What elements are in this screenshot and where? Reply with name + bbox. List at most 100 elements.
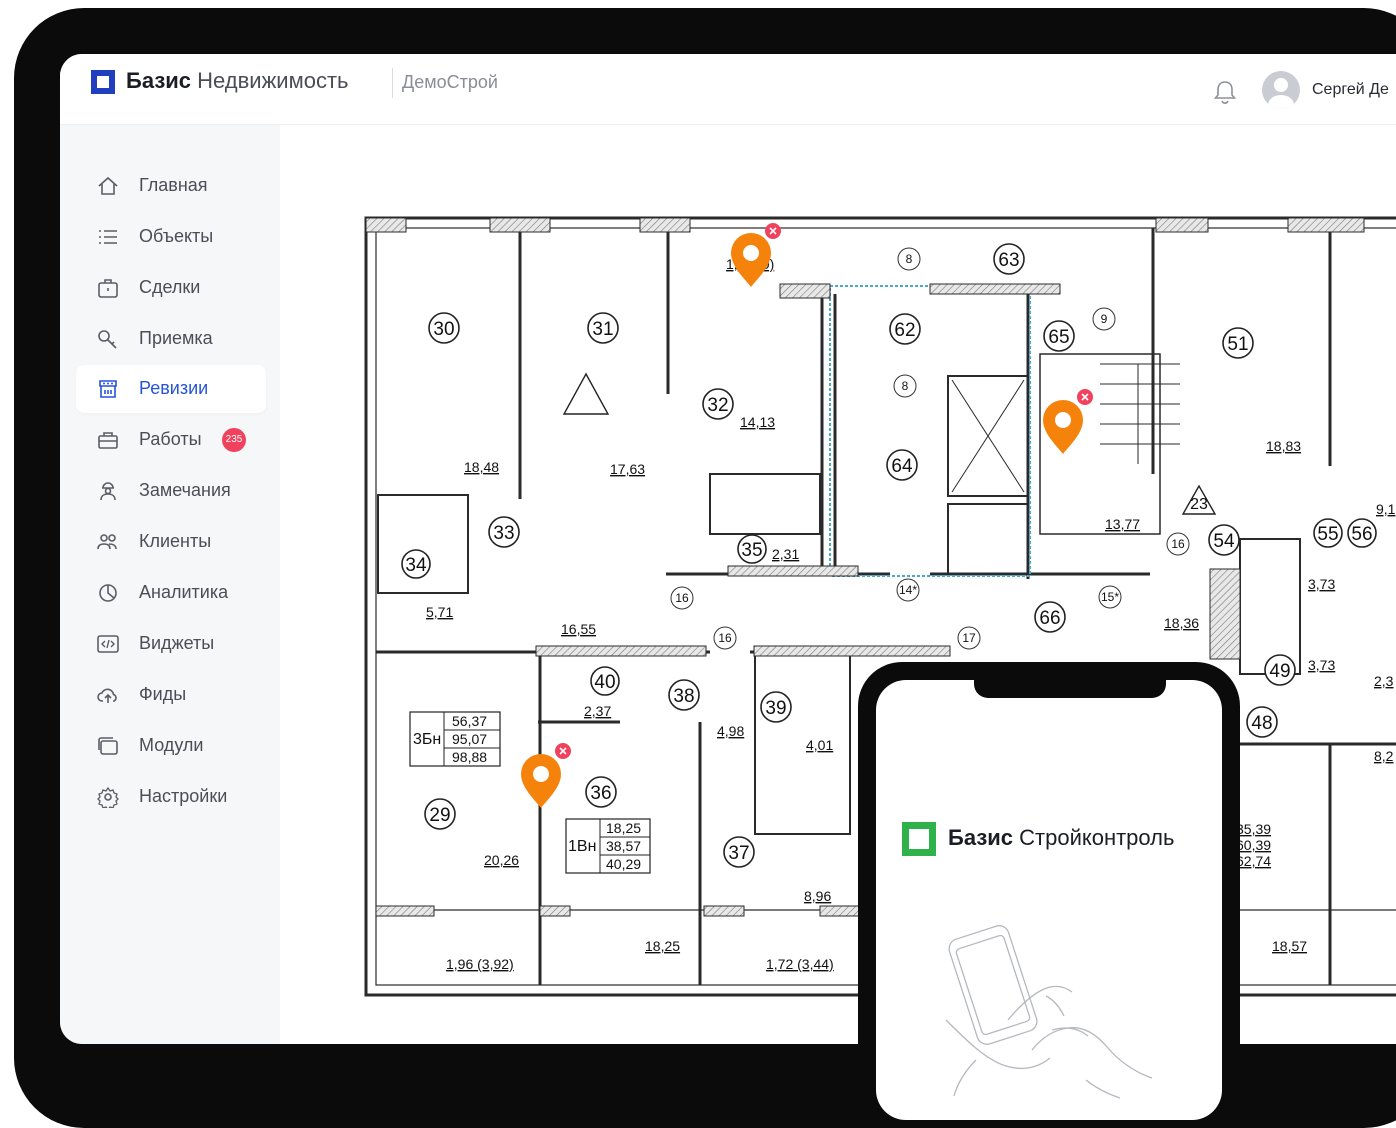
area-label: 14,13	[740, 414, 775, 430]
area-label: 2,3	[1374, 673, 1394, 689]
small-marker: 16	[670, 586, 694, 610]
svg-text:63: 63	[998, 250, 1019, 271]
room-triangle-symbol	[562, 372, 610, 415]
sidebar-item-feeds[interactable]: Фиды	[76, 671, 266, 719]
area-label: 35,39	[1236, 821, 1271, 837]
area-label: 18,57	[1272, 938, 1307, 954]
svg-text:9: 9	[1101, 312, 1108, 326]
sidebar-item-analytics[interactable]: Аналитика	[76, 569, 266, 617]
area-label: 60,39	[1236, 837, 1271, 853]
svg-text:95,07: 95,07	[452, 731, 487, 747]
company-name[interactable]: ДемоСтрой	[402, 72, 498, 93]
list-icon	[99, 230, 117, 244]
avatar[interactable]	[1262, 71, 1300, 109]
sidebar-item-acceptance[interactable]: Приемка	[76, 315, 266, 363]
svg-text:54: 54	[1213, 531, 1235, 552]
area-label: 18,25	[645, 938, 680, 954]
svg-text:65: 65	[1048, 327, 1069, 348]
room-marker: 35	[737, 534, 767, 564]
sidebar-item-works[interactable]: Работы 235	[76, 416, 266, 464]
location-pin-icon[interactable]	[731, 223, 781, 287]
room-marker: 54	[1208, 524, 1240, 556]
location-pin-icon[interactable]	[521, 743, 571, 808]
svg-text:30: 30	[433, 319, 454, 340]
sidebar-item-deals[interactable]: Сделки	[76, 264, 266, 312]
upload-cloud-icon	[97, 688, 117, 703]
sidebar-item-label: Замечания	[139, 480, 231, 500]
area-label: 4,01	[806, 737, 833, 753]
location-pin-icon[interactable]	[1043, 389, 1093, 454]
sidebar-item-objects[interactable]: Объекты	[76, 213, 266, 261]
area-label: 5,71	[426, 604, 453, 620]
brand-name[interactable]: Базис Недвижимость	[126, 68, 349, 94]
sidebar-item-label: Виджеты	[139, 633, 215, 653]
svg-text:3Бн: 3Бн	[413, 731, 441, 748]
key-icon	[98, 330, 117, 349]
sidebar-item-widgets[interactable]: Виджеты	[76, 620, 266, 668]
sidebar-item-settings[interactable]: Настройки	[76, 773, 266, 821]
home-icon	[98, 176, 118, 195]
small-marker: 8	[897, 247, 921, 271]
svg-text:16: 16	[675, 591, 689, 605]
room-marker: 49	[1264, 654, 1296, 686]
small-marker: 16	[713, 626, 737, 650]
svg-text:8: 8	[902, 379, 909, 393]
svg-text:15*: 15*	[1101, 590, 1119, 604]
sidebar-item-modules[interactable]: Модули	[76, 722, 266, 770]
small-marker: 14*	[896, 578, 920, 602]
svg-text:35: 35	[741, 540, 762, 561]
svg-text:51: 51	[1227, 334, 1248, 355]
svg-text:8: 8	[906, 252, 913, 266]
works-count-badge: 235	[222, 428, 246, 452]
phone-notch	[974, 680, 1166, 698]
sidebar-item-label: Приемка	[139, 328, 213, 348]
svg-text:33: 33	[493, 523, 514, 544]
sidebar-item-label: Главная	[139, 175, 208, 195]
apartment-info-1vn: 1Вн 18,25 38,57 40,29	[565, 818, 651, 874]
brand-logo-icon[interactable]	[91, 70, 115, 94]
svg-text:32: 32	[707, 395, 728, 416]
top-bar: Базис Недвижимость ДемоСтрой Сергей Де	[60, 54, 1396, 125]
svg-text:40: 40	[594, 672, 615, 693]
small-marker: 9	[1092, 307, 1116, 331]
room-marker: 62	[889, 313, 921, 345]
area-label: 18,48	[464, 459, 499, 475]
svg-text:14*: 14*	[899, 583, 917, 597]
room-marker: 55	[1313, 518, 1343, 548]
sidebar-item-clients[interactable]: Клиенты	[76, 518, 266, 566]
svg-text:29: 29	[429, 805, 450, 826]
room-marker: 31	[587, 312, 619, 344]
sidebar-item-remarks[interactable]: Замечания	[76, 467, 266, 515]
room-marker: 63	[993, 243, 1025, 275]
room-marker: 40	[590, 666, 620, 696]
sidebar-item-label: Клиенты	[139, 531, 212, 551]
svg-text:48: 48	[1251, 713, 1272, 734]
area-label: 3,73	[1308, 657, 1335, 673]
area-label: 4,98	[717, 723, 744, 739]
sidebar-item-label: Настройки	[139, 786, 228, 806]
svg-text:49: 49	[1269, 661, 1290, 682]
sidebar-item-revisions[interactable]: Ревизии	[76, 365, 266, 413]
room-marker: 36	[585, 776, 617, 808]
area-label: 1,72 (3,44)	[766, 956, 834, 972]
sidebar-item-label: Сделки	[139, 277, 201, 297]
stroykontrol-logo-icon	[902, 822, 936, 856]
room-marker: 33	[488, 516, 520, 548]
svg-text:17: 17	[962, 631, 976, 645]
user-name[interactable]: Сергей Де	[1312, 81, 1389, 99]
area-label: 17,63	[610, 461, 645, 477]
area-label: 2,37	[584, 703, 611, 719]
small-marker: 8	[893, 374, 917, 398]
modules-icon	[98, 737, 118, 755]
sidebar-item-label: Фиды	[139, 684, 187, 704]
area-label: 2,31	[772, 546, 799, 562]
users-icon	[97, 534, 117, 550]
svg-text:66: 66	[1039, 608, 1060, 629]
svg-text:16: 16	[1171, 537, 1185, 551]
sidebar-item-label: Аналитика	[139, 582, 229, 602]
bell-icon[interactable]	[1212, 78, 1238, 106]
room-marker: 38	[668, 679, 700, 711]
sidebar-item-home[interactable]: Главная	[76, 162, 266, 210]
room-marker: 66	[1034, 601, 1066, 633]
toolbox-icon	[98, 432, 118, 449]
